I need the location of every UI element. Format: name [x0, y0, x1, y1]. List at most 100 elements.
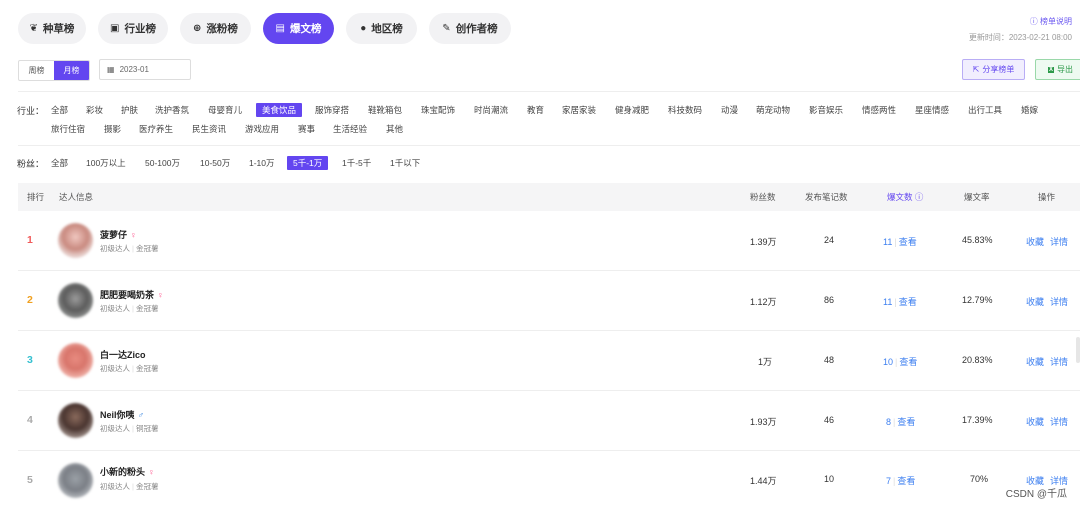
col-fans[interactable]: 粉丝数: [750, 183, 776, 211]
industry-option[interactable]: 旅行住宿: [51, 122, 85, 136]
rank-number: 3: [27, 354, 33, 366]
question-circle-icon: ⓘ: [1029, 17, 1040, 26]
export-button[interactable]: X 导出: [1035, 59, 1080, 80]
view-link[interactable]: 查看: [897, 417, 915, 427]
industry-option[interactable]: 彩妆: [86, 103, 103, 117]
view-link[interactable]: 查看: [897, 476, 915, 486]
industry-option[interactable]: 鞋靴箱包: [368, 103, 402, 117]
industry-option[interactable]: 洗护香氛: [155, 103, 189, 117]
industry-option[interactable]: 游戏应用: [245, 122, 279, 136]
industry-option[interactable]: 影音娱乐: [809, 103, 843, 117]
creator-name[interactable]: 白一达Zico: [100, 348, 146, 361]
creator-name[interactable]: 小新的粉头 ♀: [100, 465, 155, 478]
avatar[interactable]: [58, 343, 93, 378]
fans-option[interactable]: 100万以上: [86, 156, 126, 170]
fans-option[interactable]: 1-10万: [249, 156, 275, 170]
hit-rate: 20.83%: [962, 355, 993, 365]
detail-link[interactable]: 详情: [1050, 235, 1068, 248]
view-link[interactable]: 查看: [899, 237, 917, 247]
watermark: CSDN @千瓜: [1005, 489, 1067, 500]
tab-growth[interactable]: ⊕ 涨粉榜: [180, 13, 251, 44]
industry-option[interactable]: 摄影: [104, 122, 121, 136]
detail-link[interactable]: 详情: [1050, 415, 1068, 428]
tab-label: 种草榜: [42, 23, 75, 35]
tab-viral-posts[interactable]: ▤ 爆文榜: [263, 13, 334, 44]
avatar[interactable]: [58, 283, 93, 318]
industry-option[interactable]: 出行工具: [968, 103, 1002, 117]
fans-option[interactable]: 1千-5千: [342, 156, 371, 170]
month-picker[interactable]: ▦ 2023-01: [99, 59, 191, 80]
avatar[interactable]: [58, 223, 93, 258]
col-rate[interactable]: 爆文率: [964, 183, 990, 211]
share-ranking-button[interactable]: ⇱ 分享榜单: [962, 59, 1025, 80]
creator-level: 初级达人 | 金冠薯: [100, 304, 159, 313]
detail-link[interactable]: 详情: [1050, 295, 1068, 308]
week-toggle[interactable]: 周榜: [19, 61, 54, 80]
col-rank: 排行: [27, 192, 45, 202]
industry-option[interactable]: 情感两性: [862, 103, 896, 117]
industry-option[interactable]: 婚嫁: [1021, 103, 1038, 117]
view-link[interactable]: 查看: [899, 357, 917, 367]
industry-option[interactable]: 星座情感: [915, 103, 949, 117]
brush-icon: ✎: [442, 22, 451, 34]
industry-option[interactable]: 民生资讯: [192, 122, 226, 136]
fans-option[interactable]: 10-50万: [200, 156, 230, 170]
female-icon: ♀: [130, 230, 137, 240]
detail-link[interactable]: 详情: [1050, 355, 1068, 368]
tab-label: 涨粉榜: [206, 23, 238, 35]
month-toggle[interactable]: 月榜: [54, 61, 89, 80]
industry-option[interactable]: 护肤: [121, 103, 138, 117]
industry-option[interactable]: 生活经验: [333, 122, 367, 136]
industry-option[interactable]: 时尚潮流: [474, 103, 508, 117]
industry-option[interactable]: 家居家装: [562, 103, 596, 117]
fans-option[interactable]: 1千以下: [390, 156, 420, 170]
industry-option[interactable]: 赛事: [298, 122, 315, 136]
view-link[interactable]: 查看: [899, 297, 917, 307]
tab-label: 行业榜: [124, 23, 156, 35]
hits-count: 10 | 查看: [883, 357, 918, 367]
creator-name[interactable]: 肥肥要喝奶茶 ♀: [100, 288, 164, 301]
industry-option-selected[interactable]: 美食饮品: [256, 103, 303, 117]
avatar[interactable]: [58, 463, 93, 498]
favorite-link[interactable]: 收藏: [1026, 355, 1044, 368]
industry-option[interactable]: 萌宠动物: [756, 103, 790, 117]
col-info: 达人信息: [59, 192, 94, 202]
rank-help-link[interactable]: ⓘ 榜单说明: [1030, 16, 1072, 27]
industry-option[interactable]: 动漫: [721, 103, 738, 117]
col-notes[interactable]: 发布笔记数: [805, 183, 848, 211]
favorite-link[interactable]: 收藏: [1026, 415, 1044, 428]
industry-option[interactable]: 全部: [51, 103, 68, 117]
industry-option[interactable]: 医疗养生: [139, 122, 173, 136]
fans-option[interactable]: 全部: [51, 156, 68, 170]
fans-option[interactable]: 50-100万: [145, 156, 180, 170]
creator-name[interactable]: Neil你咦 ♂: [100, 408, 144, 421]
industry-option[interactable]: 教育: [527, 103, 544, 117]
tab-seeding[interactable]: ❦ 种草榜: [18, 13, 86, 44]
tab-creator[interactable]: ✎ 创作者榜: [429, 13, 511, 44]
industry-option[interactable]: 健身减肥: [615, 103, 649, 117]
tab-industry[interactable]: ▣ 行业榜: [98, 13, 168, 44]
creator-name[interactable]: 菠萝仔 ♀: [100, 228, 137, 241]
hits-count: 7 | 查看: [886, 476, 916, 486]
table-row: 2 肥肥要喝奶茶 ♀ 初级达人 | 金冠薯 1.12万 86 11 | 查看 12.79%…: [18, 271, 1080, 331]
favorite-link[interactable]: 收藏: [1026, 295, 1044, 308]
tab-label: 创作者榜: [455, 23, 498, 35]
industry-option[interactable]: 母婴育儿: [208, 103, 242, 117]
avatar[interactable]: [58, 403, 93, 438]
divider: [18, 145, 1080, 146]
update-time: 更新时间：2023-02-21 08:00: [968, 33, 1072, 42]
col-hits[interactable]: 爆文数 ⓘ: [887, 183, 923, 211]
favorite-link[interactable]: 收藏: [1026, 235, 1044, 248]
table-header: 排行 达人信息 粉丝数 发布笔记数 爆文数 ⓘ 爆文率 操作: [18, 183, 1080, 211]
tab-label: 地区榜: [371, 23, 403, 35]
question-circle-icon[interactable]: ⓘ: [915, 192, 924, 202]
industry-option[interactable]: 珠宝配饰: [421, 103, 455, 117]
scrollbar[interactable]: [1076, 337, 1080, 363]
industry-option[interactable]: 科技数码: [668, 103, 702, 117]
tab-region[interactable]: ● 地区榜: [346, 13, 417, 44]
hits-count: 8 | 查看: [886, 417, 916, 427]
industry-option[interactable]: 服饰穿搭: [315, 103, 349, 117]
industry-option[interactable]: 其他: [386, 122, 403, 136]
fans-option-selected[interactable]: 5千-1万: [287, 156, 329, 170]
rank-number: 2: [27, 294, 33, 306]
